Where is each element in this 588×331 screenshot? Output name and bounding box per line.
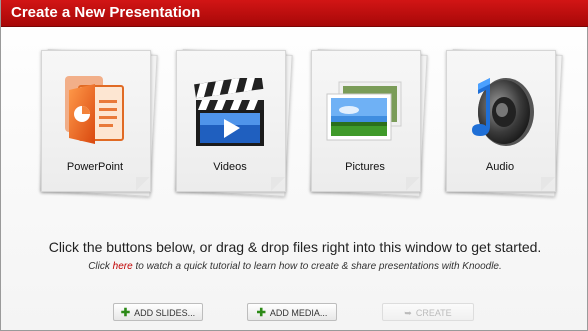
audio-label: Audio bbox=[485, 161, 515, 173]
create-presentation-dialog: Create a New Presentation PowerPoint Vid… bbox=[0, 0, 588, 331]
clapperboard-icon bbox=[194, 78, 264, 146]
videos-label: Videos bbox=[213, 161, 247, 173]
title-bar: Create a New Presentation bbox=[1, 0, 588, 27]
powerpoint-icon bbox=[65, 76, 124, 144]
tutorial-link[interactable]: here bbox=[113, 261, 133, 272]
pictures-label: Pictures bbox=[345, 161, 385, 173]
powerpoint-label: PowerPoint bbox=[66, 161, 124, 173]
add-slides-button[interactable]: ✚ ADD SLIDES... bbox=[113, 303, 203, 321]
speaker-icon bbox=[472, 78, 534, 146]
audio-card[interactable]: Audio bbox=[445, 49, 563, 197]
tutorial-text: Click here to watch a quick tutorial to … bbox=[88, 261, 502, 272]
pictures-card[interactable]: Pictures bbox=[310, 49, 428, 197]
add-media-button[interactable]: ✚ ADD MEDIA... bbox=[247, 303, 337, 321]
plus-icon: ✚ bbox=[120, 307, 131, 319]
create-button[interactable]: ➥ CREATE bbox=[382, 303, 474, 321]
videos-card[interactable]: Videos bbox=[175, 49, 293, 197]
picture-icon bbox=[326, 81, 402, 141]
powerpoint-card[interactable]: PowerPoint bbox=[40, 49, 158, 197]
instructions-text: Click the buttons below, or drag & drop … bbox=[48, 239, 542, 255]
arrow-icon: ➥ bbox=[404, 308, 412, 318]
dialog-title: Create a New Presentation bbox=[11, 4, 201, 21]
plus-icon: ✚ bbox=[256, 307, 266, 319]
